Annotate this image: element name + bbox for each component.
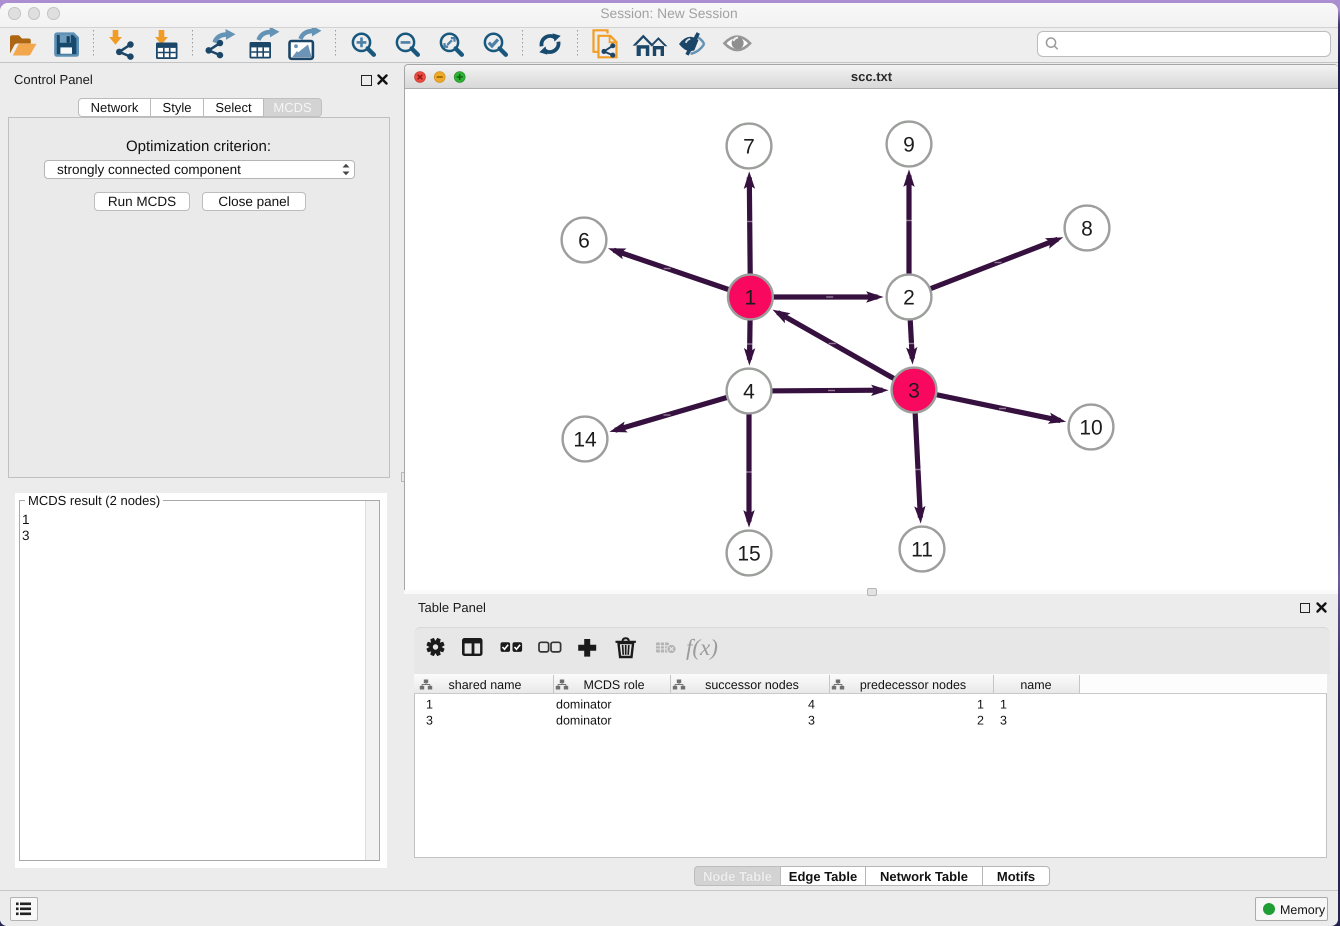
svg-text:1: 1 xyxy=(977,698,984,712)
svg-text:2: 2 xyxy=(977,714,984,728)
svg-text:14: 14 xyxy=(573,429,597,452)
svg-text:successor nodes: successor nodes xyxy=(705,678,799,692)
svg-text:4: 4 xyxy=(743,381,755,404)
svg-text:2: 2 xyxy=(903,287,915,310)
svg-text:7: 7 xyxy=(743,136,755,159)
svg-text:3: 3 xyxy=(808,714,815,728)
svg-text:3: 3 xyxy=(426,714,433,728)
svg-text:f(x): f(x) xyxy=(686,635,718,660)
svg-text:1: 1 xyxy=(1000,698,1007,712)
svg-text:MCDS role: MCDS role xyxy=(583,678,644,692)
svg-text:dominator: dominator xyxy=(556,698,612,712)
svg-text:11: 11 xyxy=(911,539,933,562)
svg-text:3: 3 xyxy=(908,380,920,403)
svg-text:15: 15 xyxy=(737,543,760,566)
svg-text:1: 1 xyxy=(745,287,757,310)
svg-text:8: 8 xyxy=(1081,218,1093,241)
svg-text:10: 10 xyxy=(1079,417,1102,440)
svg-text:shared name: shared name xyxy=(449,678,522,692)
svg-text:name: name xyxy=(1020,678,1051,692)
svg-text:dominator: dominator xyxy=(556,714,612,728)
svg-text:predecessor nodes: predecessor nodes xyxy=(860,678,966,692)
svg-text:3: 3 xyxy=(1000,714,1007,728)
svg-text:9: 9 xyxy=(903,134,915,157)
svg-text:1: 1 xyxy=(426,698,433,712)
svg-text:4: 4 xyxy=(808,698,815,712)
svg-text:6: 6 xyxy=(578,230,590,253)
